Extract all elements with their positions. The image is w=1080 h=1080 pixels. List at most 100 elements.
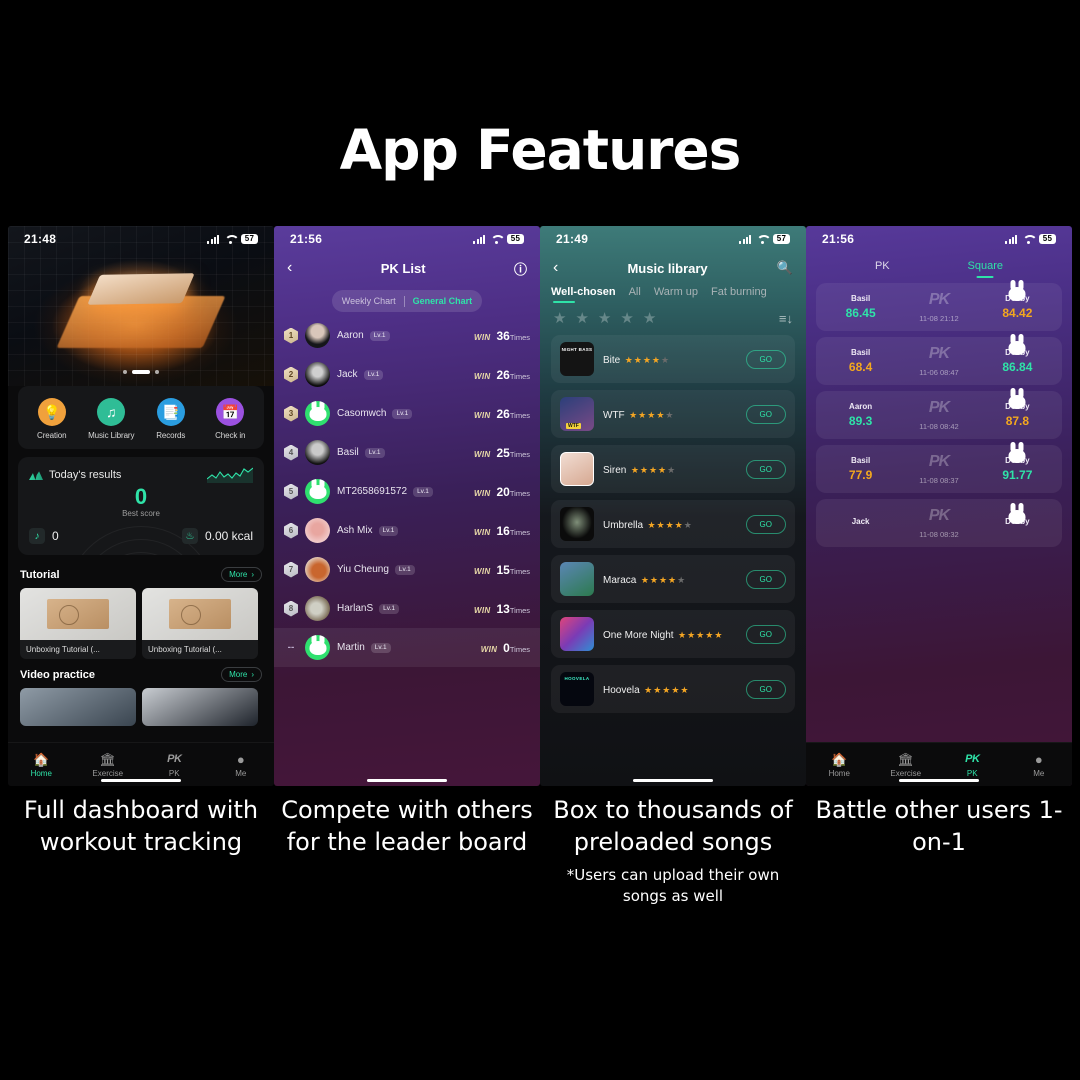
tab-fat-burning[interactable]: Fat burning — [711, 286, 767, 303]
table-row[interactable]: 5 MT2658691572 Lv.1 WIN 20Times — [274, 472, 540, 511]
table-row[interactable]: 2 Jack Lv.1 WIN 26Times — [274, 355, 540, 394]
rating-filter-stars[interactable]: ★ ★ ★ ★ ★ — [553, 309, 656, 327]
duel-date: 11-08 08:32 — [919, 530, 959, 539]
quick-action-check-in[interactable]: 📅 Check in — [202, 398, 258, 440]
table-row[interactable]: 7 Yiu Cheung Lv.1 WIN 15Times — [274, 550, 540, 589]
tab-me[interactable]: ● Me — [211, 752, 271, 778]
video-practice-more-button[interactable]: More › — [221, 667, 262, 683]
list-item[interactable]: Basil 86.45 PK 11-08 21:12 Debby 84.42 — [816, 280, 1062, 331]
go-button[interactable]: GO — [745, 514, 786, 534]
list-item[interactable]: Basil 68.4 PK 11-06 08:47 Debby 86.84 — [816, 334, 1062, 385]
star-icon[interactable]: ★ — [598, 309, 611, 327]
music-category-tabs[interactable]: Well-chosen All Warm up Fat burning — [540, 284, 806, 303]
chevron-left-icon[interactable]: ‹ — [553, 259, 558, 277]
go-button[interactable]: GO — [745, 404, 786, 424]
search-icon[interactable]: 🔍 — [777, 260, 793, 276]
hero-banner-image[interactable]: 21:48 57 — [8, 226, 274, 386]
rating-filter-row[interactable]: ★ ★ ★ ★ ★ ≡↓ — [540, 303, 806, 335]
star-icon[interactable]: ★ — [643, 309, 656, 327]
caption-1: Full dashboard with workout tracking — [8, 795, 274, 858]
duel-right: Debby 87.8 — [979, 388, 1056, 428]
video-card[interactable] — [142, 688, 258, 727]
info-icon[interactable]: ⓘ — [514, 259, 527, 278]
tab-warm-up[interactable]: Warm up — [654, 286, 698, 303]
tutorial-list[interactable]: Unboxing Tutorial (... Unboxing Tutorial… — [8, 588, 274, 660]
tutorial-more-button[interactable]: More › — [221, 567, 262, 583]
carousel-dot[interactable] — [155, 370, 159, 374]
tab-pk[interactable]: PK PK — [144, 752, 204, 778]
segment-general-chart[interactable]: General Chart — [413, 296, 473, 306]
table-row[interactable]: 1 Aaron Lv.1 WIN 36Times — [274, 316, 540, 355]
video-practice-list[interactable] — [8, 688, 274, 727]
go-button[interactable]: GO — [745, 459, 786, 479]
level-badge: Lv.1 — [370, 642, 391, 653]
avatar — [305, 518, 330, 543]
list-item[interactable]: Umbrella ★★★★★ GO — [551, 500, 795, 548]
tab-pk[interactable]: PK PK — [942, 752, 1002, 778]
todays-results-card[interactable]: Today's results 0 Best score ♪ 0 ♨ 0.00 … — [18, 457, 264, 556]
status-icons: 57 — [207, 234, 258, 244]
player-info: Ash Mix Lv.1 — [337, 525, 467, 536]
go-button[interactable]: GO — [745, 624, 786, 644]
list-item[interactable]: WTF ★★★★★ GO — [551, 390, 795, 438]
tab-pk[interactable]: PK — [875, 260, 890, 278]
duel-middle: PK 11-06 08:47 — [899, 345, 979, 377]
segment-weekly-chart[interactable]: Weekly Chart — [342, 296, 396, 306]
list-item[interactable]: Jack PK 11-08 08:32 Debby — [816, 499, 1062, 547]
table-row[interactable]: 8 HarlanS Lv.1 WIN 13Times — [274, 589, 540, 628]
quick-action-records[interactable]: 📑 Records — [143, 398, 199, 440]
tab-me[interactable]: ● Me — [1009, 752, 1069, 778]
list-item[interactable]: One More Night ★★★★★ GO — [551, 610, 795, 658]
tab-exercise[interactable]: 🏛 Exercise — [876, 752, 936, 778]
square-tabs[interactable]: PK Square — [806, 252, 1072, 278]
go-button[interactable]: GO — [745, 679, 786, 699]
win-label: WIN — [474, 566, 491, 576]
chart-segmented-control[interactable]: Weekly Chart General Chart — [332, 290, 482, 312]
list-item[interactable]: Bite ★★★★★ GO — [551, 335, 795, 383]
star-icon[interactable]: ★ — [620, 309, 633, 327]
table-row[interactable]: 3 Casomwch Lv.1 WIN 26Times — [274, 394, 540, 433]
tab-exercise[interactable]: 🏛 Exercise — [78, 752, 138, 778]
win-unit: Times — [509, 527, 530, 537]
chevron-left-icon[interactable]: ‹ — [287, 259, 292, 277]
tab-well-chosen[interactable]: Well-chosen — [551, 286, 616, 303]
tutorial-card[interactable]: Unboxing Tutorial (... — [142, 588, 258, 660]
quick-action-music-library[interactable]: ♫ Music Library — [83, 398, 139, 440]
album-cover — [560, 562, 594, 596]
duel-left: Aaron 89.3 — [822, 402, 899, 428]
carousel-dot-active[interactable] — [132, 370, 150, 374]
video-card[interactable] — [20, 688, 136, 727]
list-item[interactable]: Aaron 89.3 PK 11-08 08:42 Debby 87.8 — [816, 388, 1062, 439]
list-item[interactable]: Hoovela ★★★★★ GO — [551, 665, 795, 713]
star-icon[interactable]: ★ — [553, 309, 566, 327]
tab-square[interactable]: Square — [968, 260, 1003, 278]
carousel-dot[interactable] — [123, 370, 127, 374]
signal-icon — [1005, 234, 1017, 244]
home-indicator — [633, 779, 713, 782]
album-cover — [560, 452, 594, 486]
song-name: WTF — [603, 410, 625, 421]
tab-all[interactable]: All — [629, 286, 641, 303]
quick-action-creation[interactable]: 💡 Creation — [24, 398, 80, 440]
wifi-icon — [1022, 235, 1034, 244]
carousel-dots[interactable] — [8, 370, 274, 374]
player-info: Basil Lv.1 — [337, 447, 467, 458]
list-item[interactable]: Siren ★★★★★ GO — [551, 445, 795, 493]
table-row-current-user[interactable]: -- Martin Lv.1 WIN 0Times — [274, 628, 540, 667]
phone-column-1: 21:48 57 💡 Creation ♫ Music Library 📑 Re… — [8, 226, 274, 856]
win-number: 15 — [496, 562, 510, 577]
duel-date: 11-08 08:42 — [919, 422, 959, 431]
tab-home[interactable]: 🏠 Home — [11, 752, 71, 778]
go-button[interactable]: GO — [745, 349, 786, 369]
win-unit: Times — [509, 332, 530, 342]
table-row[interactable]: 4 Basil Lv.1 WIN 25Times — [274, 433, 540, 472]
sort-icon[interactable]: ≡↓ — [779, 311, 793, 326]
go-button[interactable]: GO — [745, 569, 786, 589]
list-item[interactable]: Maraca ★★★★★ GO — [551, 555, 795, 603]
table-row[interactable]: 6 Ash Mix Lv.1 WIN 16Times — [274, 511, 540, 550]
tutorial-card[interactable]: Unboxing Tutorial (... — [20, 588, 136, 660]
star-icon[interactable]: ★ — [575, 309, 588, 327]
tab-home[interactable]: 🏠 Home — [809, 752, 869, 778]
list-item[interactable]: Basil 77.9 PK 11-08 08:37 Debby 91.77 — [816, 442, 1062, 493]
win-label: WIN — [474, 371, 491, 381]
